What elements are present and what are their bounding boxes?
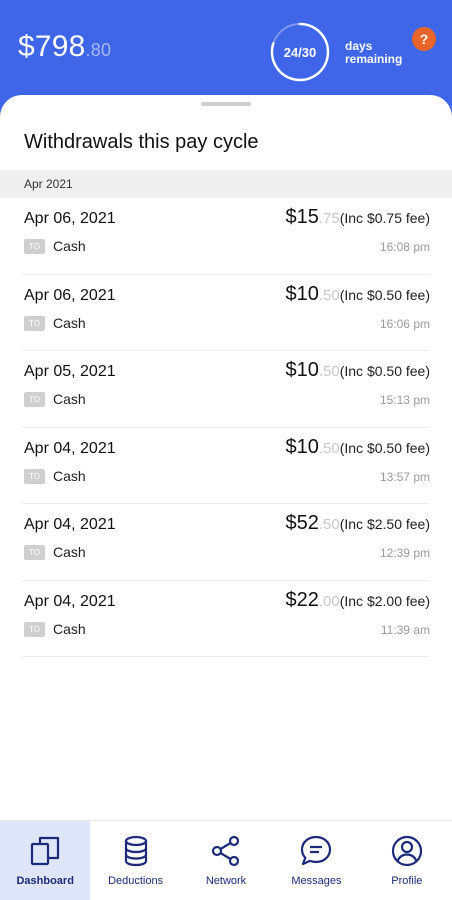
month-label: Apr 2021 [24, 177, 73, 191]
balance-display: $798.80 [18, 30, 111, 64]
to-badge: TO [24, 621, 45, 637]
amount-fee: (Inc $0.50 fee) [339, 363, 430, 379]
amount-cents: .00 [318, 592, 340, 610]
user-circle-icon [391, 835, 422, 867]
withdrawal-date: Apr 04, 2021 [24, 439, 116, 457]
withdrawal-method: Cash [53, 467, 86, 484]
withdrawals-list: Apr 06, 2021 TO Cash $15.75(Inc $0.75 fe… [0, 198, 452, 657]
days-label-line2: remaining [345, 52, 403, 66]
amount-dollars: $22 [285, 588, 319, 611]
amount-fee: (Inc $0.50 fee) [339, 286, 430, 303]
sheet-title: Withdrawals this pay cycle [24, 131, 259, 153]
bottom-tab-bar: Dashboard Deductions Network Messages Pr… [0, 820, 452, 900]
amount-fee: (Inc $2.00 fee) [339, 592, 430, 609]
amount-dollars: $52 [285, 512, 319, 534]
withdrawal-time: 11:39 am [380, 622, 430, 637]
withdrawal-method: Cash [53, 314, 86, 331]
amount-fee: (Inc $2.50 fee) [339, 516, 430, 532]
tab-label: Network [205, 875, 247, 887]
withdrawal-method: Cash [53, 238, 86, 254]
withdrawal-time: 15:13 pm [379, 393, 430, 407]
amount-dollars: $10 [285, 359, 319, 381]
withdrawal-method: Cash [53, 391, 86, 407]
withdrawal-date: Apr 04, 2021 [24, 592, 116, 610]
withdrawal-amount: $10.50(Inc $0.50 fee) [285, 359, 430, 382]
tab-profile[interactable]: Profile [362, 821, 452, 900]
withdrawals-sheet: Withdrawals this pay cycle Apr 2021 Apr … [0, 95, 452, 820]
withdrawal-date: Apr 06, 2021 [24, 286, 116, 304]
amount-cents: .50 [318, 363, 340, 380]
amount-cents: .75 [318, 210, 340, 227]
to-badge: TO [24, 315, 45, 331]
app-header: $798.80 24/30 days remaining ? [0, 0, 452, 110]
withdrawal-row[interactable]: Apr 04, 2021 TO Cash $10.50(Inc $0.50 fe… [22, 428, 430, 504]
help-button[interactable]: ? [412, 27, 436, 51]
amount-fee: (Inc $0.75 fee) [339, 210, 430, 226]
tab-network[interactable]: Network [181, 821, 271, 900]
withdrawal-amount: $10.50(Inc $0.50 fee) [285, 436, 430, 459]
to-badge: TO [24, 392, 45, 407]
withdrawal-row[interactable]: Apr 06, 2021 TO Cash $10.50(Inc $0.50 fe… [22, 275, 430, 351]
amount-fee: (Inc $0.50 fee) [339, 439, 430, 456]
sheet-drag-handle[interactable] [201, 102, 251, 106]
withdrawal-amount: $52.50(Inc $2.50 fee) [285, 512, 430, 535]
withdrawal-amount: $10.50(Inc $0.50 fee) [285, 283, 430, 306]
tab-dashboard[interactable]: Dashboard [0, 821, 91, 900]
withdrawal-row[interactable]: Apr 06, 2021 TO Cash $15.75(Inc $0.75 fe… [22, 198, 430, 275]
withdrawal-amount: $15.75(Inc $0.75 fee) [285, 206, 430, 229]
withdrawal-method: Cash [53, 620, 86, 637]
balance-cents: .80 [85, 40, 112, 60]
amount-cents: .50 [318, 286, 340, 304]
withdrawal-row[interactable]: Apr 04, 2021 TO Cash $22.00(Inc $2.00 fe… [22, 581, 430, 657]
share-icon [211, 835, 240, 867]
withdrawal-row[interactable]: Apr 04, 2021 TO Cash $52.50(Inc $2.50 fe… [22, 504, 430, 581]
to-badge: TO [24, 545, 45, 560]
balance-dollars: $798 [18, 30, 86, 63]
withdrawal-date: Apr 04, 2021 [24, 516, 116, 533]
withdrawal-amount: $22.00(Inc $2.00 fee) [285, 589, 430, 612]
withdrawal-time: 16:06 pm [379, 316, 430, 331]
days-remaining-label: days remaining [345, 40, 402, 66]
to-badge: TO [24, 468, 45, 484]
withdrawal-date: Apr 05, 2021 [24, 363, 116, 380]
withdrawal-time: 13:57 pm [379, 469, 430, 484]
amount-dollars: $10 [285, 282, 319, 305]
chat-bubble-icon [301, 835, 332, 866]
tab-deductions[interactable]: Deductions [90, 821, 180, 900]
withdrawal-method: Cash [53, 544, 86, 560]
dashboard-icon [31, 836, 60, 866]
tab-label: Profile [391, 875, 423, 887]
amount-dollars: $10 [285, 435, 319, 458]
tab-messages[interactable]: Messages [271, 821, 361, 900]
to-badge: TO [24, 239, 45, 254]
days-progress-text: 24/30 [283, 44, 317, 60]
database-icon [124, 835, 147, 867]
amount-dollars: $15 [285, 206, 319, 228]
withdrawal-time: 12:39 pm [379, 546, 430, 560]
tab-label: Dashboard [16, 875, 74, 887]
tab-label: Messages [291, 875, 342, 887]
amount-cents: .50 [318, 516, 340, 533]
withdrawal-date: Apr 06, 2021 [24, 210, 116, 227]
month-section-header: Apr 2021 [0, 170, 452, 198]
withdrawal-row[interactable]: Apr 05, 2021 TO Cash $10.50(Inc $0.50 fe… [22, 351, 430, 428]
withdrawal-time: 16:08 pm [379, 240, 430, 254]
tab-label: Deductions [108, 875, 164, 887]
amount-cents: .50 [318, 439, 340, 457]
